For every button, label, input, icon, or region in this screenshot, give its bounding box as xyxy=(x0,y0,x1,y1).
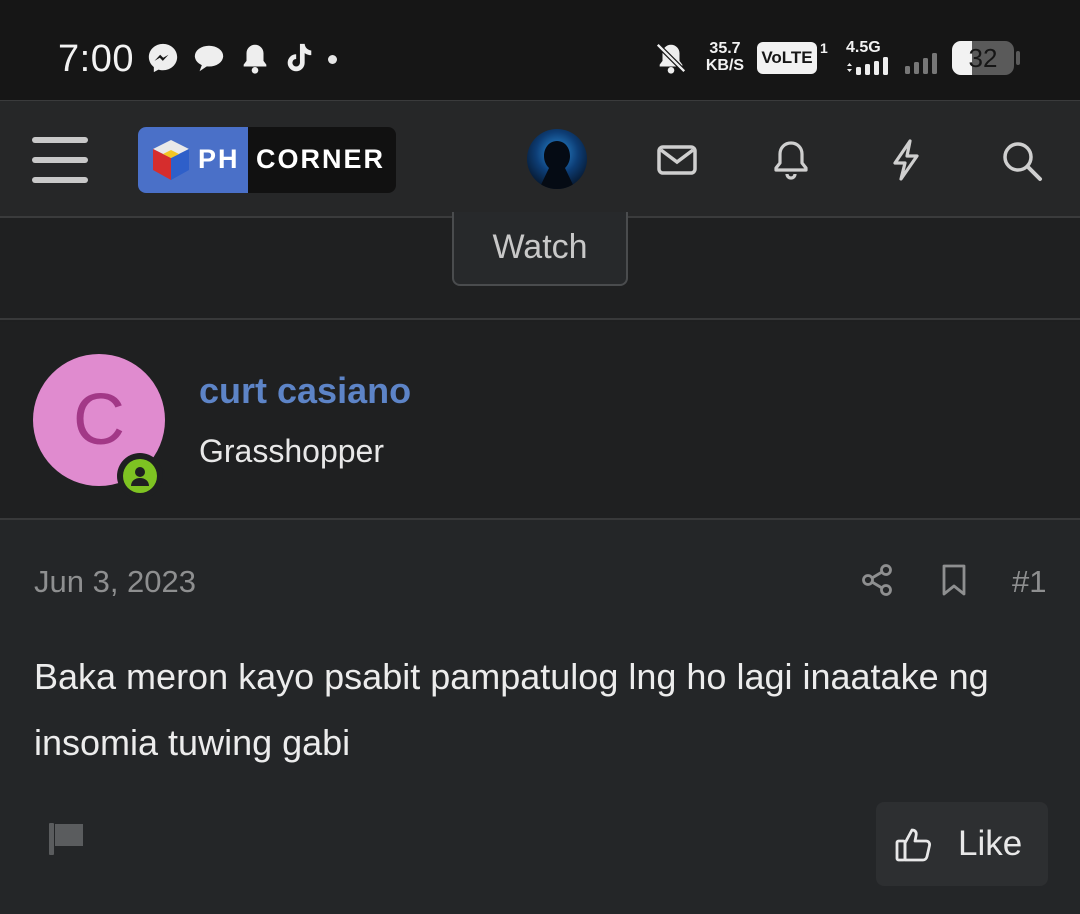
post-message: Baka meron kayo psabit pampatulog lng ho… xyxy=(34,656,989,763)
post-body: Jun 3, 2023 #1 Baka meron kayo psabit pa… xyxy=(0,520,1080,914)
network-speed: 35.7 KB/S xyxy=(703,40,747,74)
more-notifications-dot xyxy=(328,55,337,64)
post-date-link[interactable]: Jun 3, 2023 xyxy=(34,564,196,600)
tiktok-icon xyxy=(287,43,312,72)
thumbs-up-icon xyxy=(895,828,931,862)
author-title: Grasshopper xyxy=(199,433,384,469)
alerts-bell-icon[interactable] xyxy=(768,137,814,183)
thread-actions: Watch xyxy=(0,212,1080,320)
battery-level: 32 xyxy=(968,43,998,73)
whats-new-icon[interactable] xyxy=(883,137,929,183)
like-button[interactable]: Like xyxy=(876,802,1048,886)
user-online-icon xyxy=(131,467,149,486)
like-label: Like xyxy=(958,824,1023,863)
share-icon[interactable] xyxy=(859,562,895,598)
logo-ph-text: PH xyxy=(198,144,240,174)
post-author: C curt casiano Grasshopper xyxy=(0,322,1080,520)
bell-muted-icon xyxy=(656,43,686,74)
signal-icon xyxy=(905,53,937,74)
status-time: 7:00 xyxy=(58,38,134,80)
user-avatar[interactable] xyxy=(527,129,587,189)
battery-indicator: 32 xyxy=(952,41,1014,75)
volte-sim-number: 1 xyxy=(820,40,828,56)
hooded-figure-image xyxy=(539,141,575,189)
author-name-link[interactable]: curt casiano xyxy=(199,370,411,412)
messenger-icon xyxy=(148,43,178,73)
bookmark-icon[interactable] xyxy=(936,562,972,598)
hamburger-menu-icon[interactable] xyxy=(32,137,88,183)
app-header: PH CORNER xyxy=(0,100,1080,218)
signal-bars-sim1-icon xyxy=(847,57,888,75)
volte-badge: VoLTE xyxy=(757,42,817,74)
report-flag-icon[interactable] xyxy=(46,818,86,858)
logo-cube-icon xyxy=(153,140,189,180)
search-icon[interactable] xyxy=(998,137,1044,183)
network-speed-value: 35.7 xyxy=(709,40,741,57)
watch-button[interactable]: Watch xyxy=(452,212,628,286)
chat-bubble-icon xyxy=(194,45,224,72)
post-number-link[interactable]: #1 xyxy=(1012,564,1046,600)
online-indicator xyxy=(123,459,157,493)
inbox-icon[interactable] xyxy=(654,137,700,183)
phcorner-logo[interactable]: PH CORNER xyxy=(138,127,396,193)
battery-tip xyxy=(1016,51,1020,65)
online-status-badge xyxy=(117,453,163,499)
network-speed-unit: KB/S xyxy=(705,57,745,74)
notification-bell-icon xyxy=(243,44,267,74)
network-type: 4.5G xyxy=(846,39,881,56)
status-bar: 7:00 35.7 KB/S VoLTE 1 4.5G 32 xyxy=(0,0,1080,100)
logo-corner-text: CORNER xyxy=(256,144,386,174)
